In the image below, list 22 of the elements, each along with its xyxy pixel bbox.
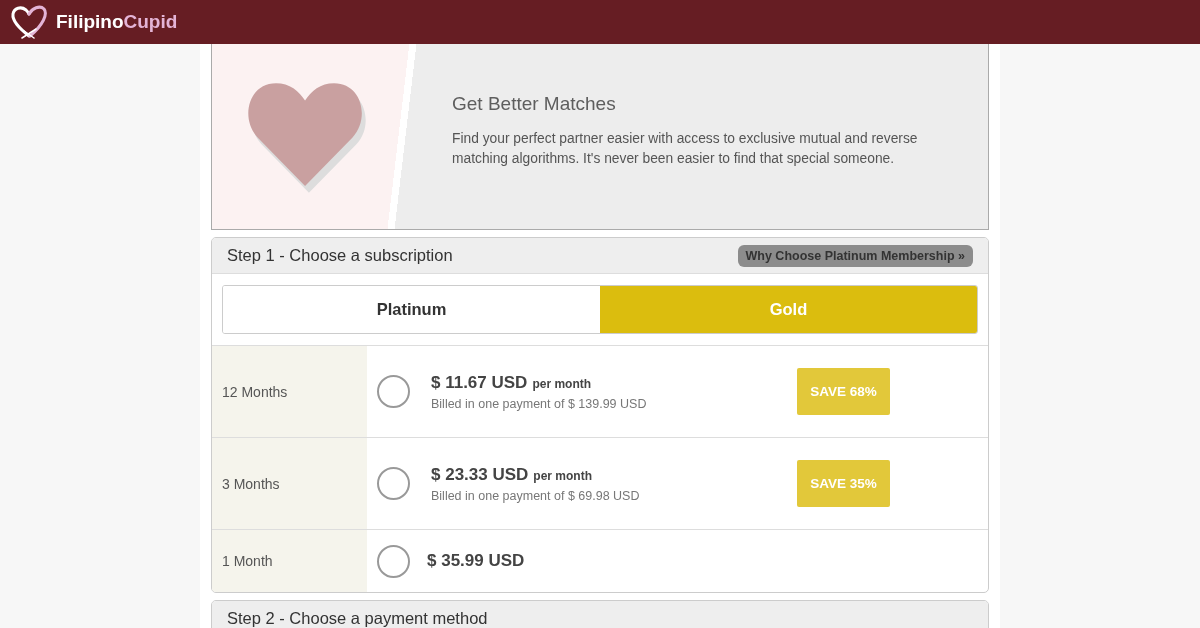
brand-name[interactable]: FilipinoCupid: [56, 11, 178, 33]
membership-info-button[interactable]: Why Choose Platinum Membership »: [737, 244, 973, 267]
plan-radio[interactable]: [377, 544, 410, 578]
save-badge: SAVE 68%: [797, 368, 890, 415]
duration-label: 3 Months: [222, 475, 280, 492]
price-unit: per month: [533, 468, 592, 483]
price-text: $ 23.33 USD: [431, 464, 529, 485]
heart-logo-icon: [10, 5, 48, 39]
banner-title: Get Better Matches: [452, 92, 617, 115]
step-title: Step 2 - Choose a payment method: [227, 609, 488, 628]
duration-label: 12 Months: [222, 383, 288, 400]
duration-label: 1 Month: [222, 553, 273, 569]
step-title: Step 1 - Choose a subscription: [227, 246, 453, 265]
billing-note: Billed in one payment of $ 69.98 USD: [431, 488, 640, 503]
plan-radio[interactable]: [377, 375, 410, 408]
save-badge: SAVE 35%: [797, 460, 890, 507]
price-unit: per month: [532, 376, 592, 391]
price-text: $ 11.67 USD: [431, 372, 528, 393]
banner-text: Find your perfect partner easier with access to exclusive mutual and reverse matching algorithms. It's never been easier to find that special someone.: [452, 129, 919, 168]
plan-radio[interactable]: [377, 467, 410, 500]
billing-note: Billed in one payment of $ 139.99 USD: [431, 396, 647, 411]
price-text: $ 35.99 USD: [427, 551, 525, 571]
